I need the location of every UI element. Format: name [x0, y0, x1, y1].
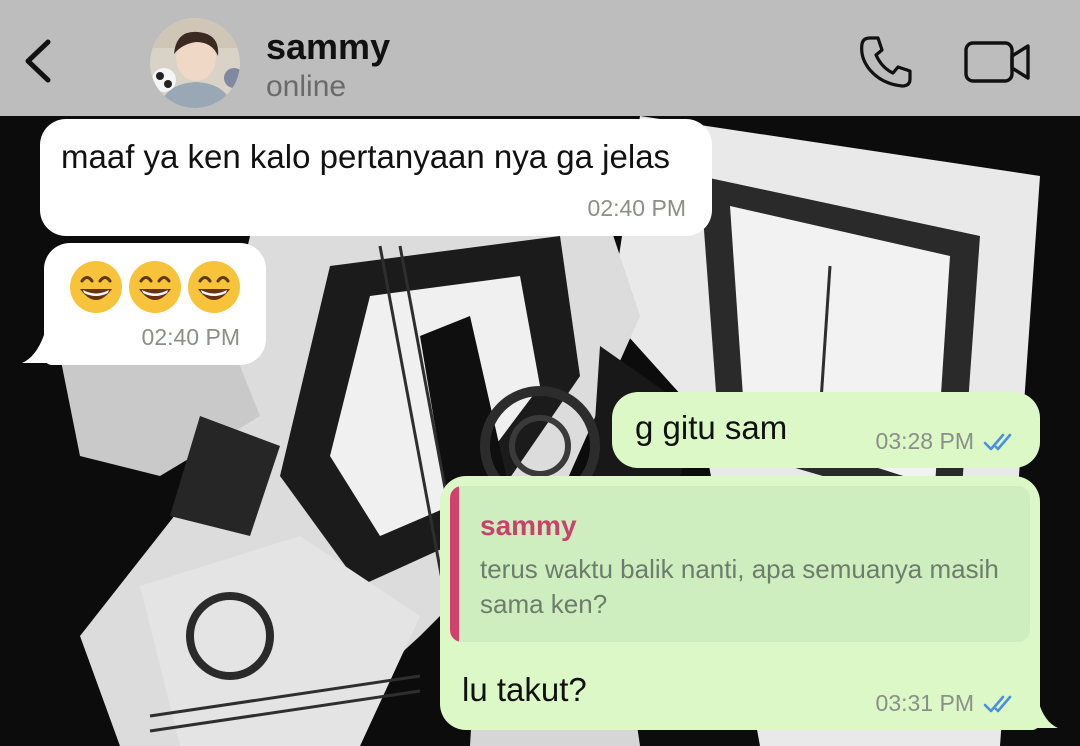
double-check-read-icon	[983, 433, 1012, 451]
contact-status: online	[266, 70, 347, 103]
message-text: maaf ya ken kalo pertanyaan nya ga jelas	[61, 138, 671, 175]
grinning-face-emoji	[188, 261, 240, 313]
contact-name[interactable]: sammy	[266, 26, 390, 68]
contact-avatar[interactable]	[150, 18, 240, 108]
quoted-message[interactable]: sammy terus waktu balik nanti, apa semua…	[450, 486, 1030, 642]
bubble-tail-incoming	[22, 335, 50, 363]
message-text: lu takut?	[462, 671, 587, 708]
voice-call-button[interactable]	[856, 32, 916, 92]
grinning-face-emoji	[70, 261, 122, 313]
bubble-tail-outgoing	[1032, 700, 1058, 728]
phone-icon	[860, 36, 912, 88]
message-time: 02:40 PM	[141, 324, 240, 350]
chevron-left-icon	[25, 39, 51, 83]
message-time: 03:31 PM	[875, 690, 974, 716]
avatar-photo	[150, 18, 240, 108]
quote-accent-bar	[450, 486, 459, 642]
quote-text: terus waktu balik nanti, apa semuanya ma…	[480, 554, 999, 619]
video-call-button[interactable]	[962, 36, 1034, 88]
message-bubble-outgoing[interactable]: g gitu sam 03:28 PM	[612, 392, 1040, 468]
chat-header: sammy online	[0, 0, 1080, 116]
message-time: 03:28 PM	[875, 428, 974, 454]
double-check-read-icon	[983, 695, 1012, 713]
message-time: 02:40 PM	[587, 195, 686, 221]
message-bubble-incoming[interactable]: 02:40 PM	[44, 243, 266, 365]
message-bubble-incoming[interactable]: maaf ya ken kalo pertanyaan nya ga jelas…	[40, 119, 712, 236]
message-text: g gitu sam	[635, 409, 788, 446]
grinning-face-emoji	[129, 261, 181, 313]
quote-author: sammy	[480, 510, 577, 541]
back-button[interactable]	[14, 28, 66, 94]
message-bubble-outgoing[interactable]: sammy terus waktu balik nanti, apa semua…	[440, 476, 1040, 730]
video-camera-icon	[964, 41, 1030, 83]
